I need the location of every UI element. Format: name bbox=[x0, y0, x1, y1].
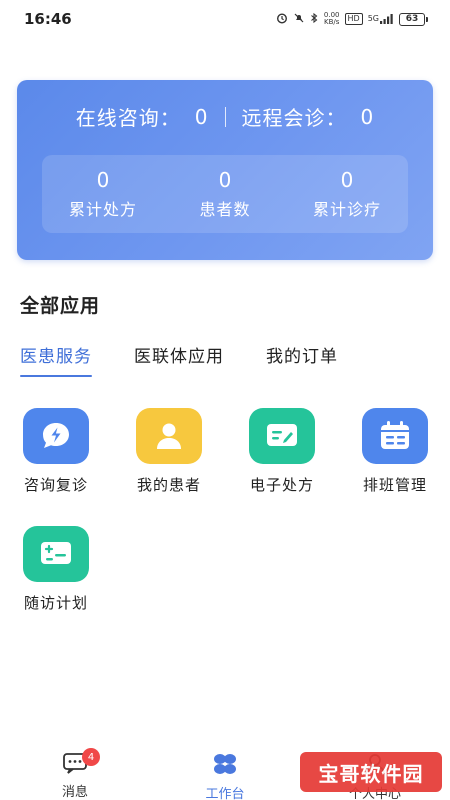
app-label: 咨询复诊 bbox=[23, 476, 88, 494]
stats-divider bbox=[224, 106, 226, 127]
stat-value: 0 bbox=[218, 168, 232, 192]
chat-bolt-icon bbox=[23, 408, 89, 464]
battery-icon: 63 bbox=[399, 12, 428, 26]
bluetooth-icon bbox=[310, 12, 319, 27]
hd-badge: HD bbox=[344, 13, 363, 25]
tab-doctor-patient-service[interactable]: 医患服务 bbox=[20, 342, 92, 377]
watermark-logo: 宝哥软件园 bbox=[300, 752, 442, 792]
nav-label: 工作台 bbox=[205, 787, 245, 800]
app-consult-revisit[interactable]: 咨询复诊 bbox=[6, 408, 106, 495]
tab-medical-alliance[interactable]: 医联体应用 bbox=[134, 342, 224, 377]
section-title: 全部应用 bbox=[20, 295, 101, 317]
nav-messages[interactable]: 4 消息 bbox=[35, 748, 115, 800]
stats-summary: 在线咨询： 0 远程会诊： 0 bbox=[17, 102, 433, 131]
person-icon bbox=[136, 408, 202, 464]
unread-badge: 4 bbox=[82, 748, 100, 766]
app-label: 随访计划 bbox=[23, 594, 88, 612]
remote-consult-label: 远程会诊： bbox=[241, 106, 347, 130]
net-speed-unit: KB/s bbox=[324, 18, 340, 26]
network-type: 5G bbox=[367, 14, 379, 23]
stat-patient-count[interactable]: 0 患者数 bbox=[164, 155, 286, 233]
app-tabs: 医患服务 医联体应用 我的订单 bbox=[20, 342, 338, 377]
tab-my-orders[interactable]: 我的订单 bbox=[266, 342, 338, 377]
app-label: 排班管理 bbox=[362, 476, 427, 494]
signal-icon: 5G bbox=[368, 14, 394, 24]
stat-label: 累计诊疗 bbox=[312, 200, 381, 219]
nav-label: 消息 bbox=[61, 785, 88, 800]
workbench-icon bbox=[212, 752, 238, 780]
net-speed: 0.00 KB/s bbox=[324, 12, 340, 26]
status-bar: 16:46 0.00 KB/s HD 5G 63 bbox=[0, 0, 450, 38]
nav-workbench[interactable]: 工作台 bbox=[185, 752, 265, 800]
stat-label: 患者数 bbox=[199, 200, 251, 219]
stat-total-prescriptions[interactable]: 0 累计处方 bbox=[42, 155, 164, 233]
battery-level: 63 bbox=[399, 12, 425, 26]
app-followup-plan[interactable]: 随访计划 bbox=[6, 526, 106, 613]
stat-label: 累计处方 bbox=[68, 200, 137, 219]
stats-detail-panel: 0 累计处方 0 患者数 0 累计诊疗 bbox=[42, 155, 408, 233]
online-consult-value: 0 bbox=[194, 104, 209, 129]
remote-consult-value: 0 bbox=[360, 104, 375, 129]
alarm-icon bbox=[276, 12, 288, 27]
app-schedule-management[interactable]: 排班管理 bbox=[345, 408, 445, 495]
stat-total-treatments[interactable]: 0 累计诊疗 bbox=[286, 155, 408, 233]
stat-value: 0 bbox=[96, 168, 110, 192]
stat-value: 0 bbox=[340, 168, 354, 192]
app-label: 电子处方 bbox=[249, 476, 314, 494]
prescription-icon bbox=[249, 408, 315, 464]
stats-card: 在线咨询： 0 远程会诊： 0 0 累计处方 0 患者数 0 累计诊疗 bbox=[17, 80, 433, 260]
app-label: 我的患者 bbox=[136, 476, 201, 494]
mute-icon bbox=[293, 12, 305, 27]
status-icons: 0.00 KB/s HD 5G 63 bbox=[276, 12, 428, 27]
app-e-prescription[interactable]: 电子处方 bbox=[232, 408, 332, 495]
online-consult-label: 在线咨询： bbox=[75, 106, 181, 130]
calendar-icon bbox=[362, 408, 428, 464]
app-my-patients[interactable]: 我的患者 bbox=[119, 408, 219, 495]
status-time: 16:46 bbox=[24, 10, 72, 28]
followup-icon bbox=[23, 526, 89, 582]
